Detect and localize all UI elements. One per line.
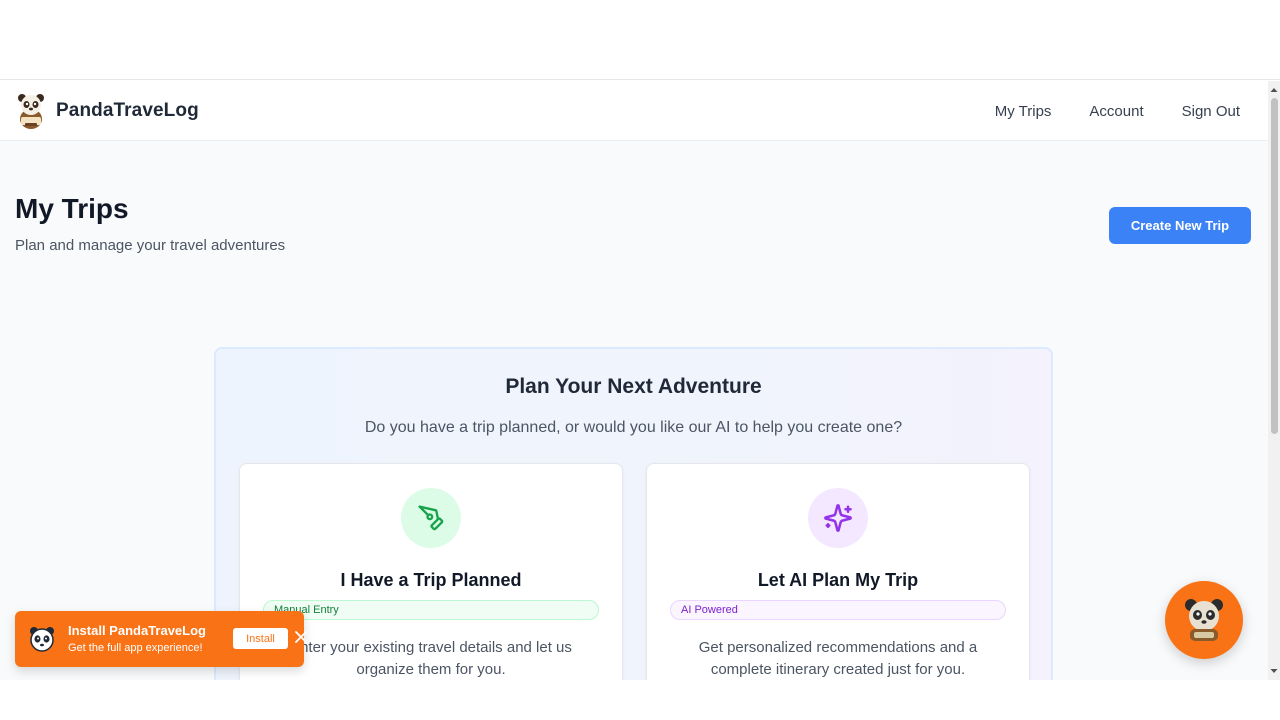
option-title: I Have a Trip Planned: [340, 570, 522, 590]
nav-link-sign-out[interactable]: Sign Out: [1182, 103, 1240, 120]
install-button[interactable]: Install: [233, 628, 288, 649]
scrollbar[interactable]: [1268, 81, 1280, 680]
option-icon-container: [401, 488, 461, 548]
option-title: Let AI Plan My Trip: [757, 570, 919, 590]
install-title: Install PandaTraveLog: [68, 623, 206, 638]
page-subtitle: Plan and manage your travel adventures: [15, 237, 286, 254]
scroll-thumb[interactable]: [1271, 98, 1278, 434]
nav-link-my-trips[interactable]: My Trips: [995, 103, 1052, 120]
page-viewport: PandaTraveLog My Trips Account Sign Out …: [0, 81, 1268, 680]
install-banner: Install PandaTraveLog Get the full app e…: [15, 611, 307, 667]
caret-down-icon: [1270, 669, 1278, 673]
panda-mascot-icon: [18, 94, 44, 129]
pen-tool-icon: [418, 505, 444, 531]
close-icon[interactable]: [293, 629, 309, 645]
page-title: My Trips: [15, 193, 129, 224]
brand-name: PandaTraveLog: [56, 100, 199, 121]
sparkles-icon: [824, 504, 852, 532]
option-card-ai[interactable]: Let AI Plan My Trip AI Powered Get perso…: [646, 463, 1030, 680]
browser-bottom-area: [0, 680, 1280, 720]
nav-links: My Trips Account Sign Out: [995, 81, 1240, 141]
browser-top-area: [0, 0, 1280, 80]
navbar: PandaTraveLog My Trips Account Sign Out: [0, 81, 1268, 141]
plan-adventure-card: Plan Your Next Adventure Do you have a t…: [214, 347, 1053, 680]
option-badge: AI Powered: [670, 600, 1006, 620]
plan-title: Plan Your Next Adventure: [505, 375, 762, 398]
create-new-trip-button[interactable]: Create New Trip: [1109, 207, 1251, 244]
option-icon-container: [808, 488, 868, 548]
panda-assistant-button[interactable]: [1165, 581, 1243, 659]
plan-subtitle: Do you have a trip planned, or would you…: [364, 419, 903, 436]
caret-up-icon: [1270, 88, 1278, 92]
brand[interactable]: PandaTraveLog: [15, 92, 199, 130]
scroll-up-arrow[interactable]: [1268, 83, 1280, 97]
panda-icon: [30, 627, 54, 652]
nav-link-account[interactable]: Account: [1089, 103, 1143, 120]
option-description: Get personalized recommendations and a c…: [698, 639, 978, 678]
option-badge: Manual Entry: [263, 600, 599, 620]
option-description: Enter your existing travel details and l…: [290, 639, 572, 678]
panda-assistant-icon: [1185, 599, 1223, 641]
install-subtitle: Get the full app experience!: [68, 642, 203, 654]
scroll-down-arrow[interactable]: [1268, 664, 1280, 678]
